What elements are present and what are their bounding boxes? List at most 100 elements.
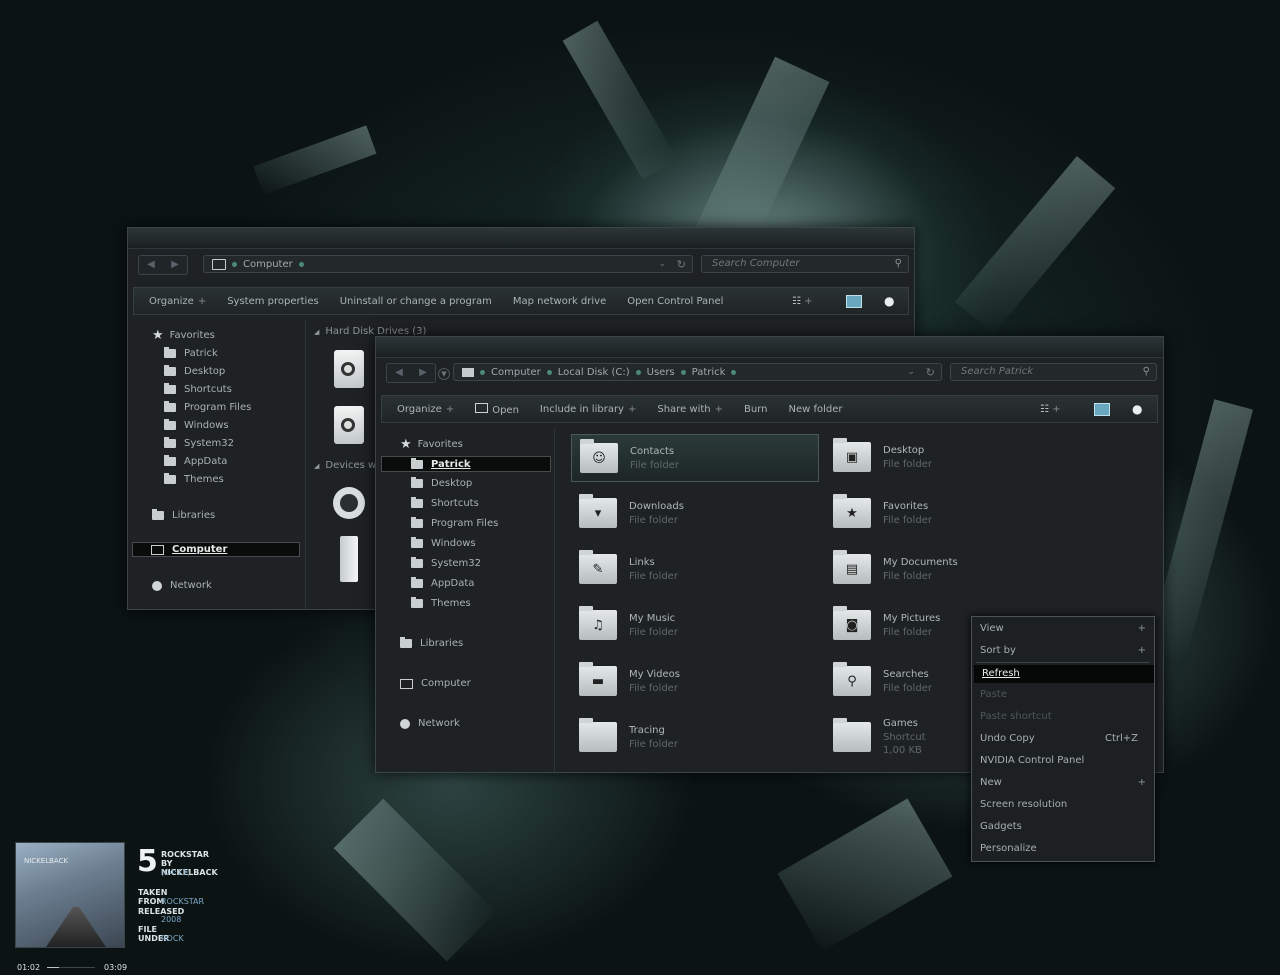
nav-item-appdata[interactable]: AppData	[411, 577, 474, 589]
nav-network[interactable]: Network	[152, 580, 212, 591]
breadcrumb-local-disk[interactable]: Local Disk (C:)	[558, 367, 630, 378]
nav-item-system32[interactable]: System32	[164, 437, 234, 449]
forward-arrow-icon[interactable]: ▶	[411, 364, 435, 382]
progress-track[interactable]	[47, 967, 95, 968]
search-icon[interactable]: ⚲	[1143, 364, 1150, 380]
search-box[interactable]: Search Patrick ⚲	[950, 363, 1157, 381]
title-bar[interactable]	[376, 337, 1163, 358]
help-bulb-icon[interactable]: ●	[884, 294, 894, 308]
new-folder-button[interactable]: New folder	[789, 404, 843, 415]
nav-item-themes[interactable]: Themes	[411, 597, 471, 609]
nav-item-shortcuts[interactable]: Shortcuts	[164, 383, 232, 395]
removable-drive-icon[interactable]	[340, 536, 358, 582]
album-cover[interactable]: NICKELBACK	[15, 842, 125, 948]
menu-item-refresh[interactable]: Refresh	[974, 665, 1154, 683]
tile-tracing[interactable]: Tracing File folder	[571, 714, 817, 760]
menu-item-nvidia-control-panel[interactable]: NVIDIA Control Panel	[972, 751, 1154, 771]
menu-item-paste-shortcut[interactable]: Paste shortcut	[972, 707, 1154, 727]
preview-pane-icon[interactable]	[846, 294, 862, 308]
nav-item-program-files[interactable]: Program Files	[164, 401, 251, 413]
refresh-icon[interactable]: ↻	[677, 258, 686, 271]
menu-item-gadgets[interactable]: Gadgets	[972, 817, 1154, 837]
nav-libraries[interactable]: Libraries	[400, 637, 463, 649]
search-icon[interactable]: ⚲	[895, 256, 902, 272]
breadcrumb-users[interactable]: Users	[647, 367, 675, 378]
refresh-icon[interactable]: ↻	[926, 366, 935, 379]
back-arrow-icon[interactable]: ◀	[387, 364, 411, 382]
menu-item-screen-resolution[interactable]: Screen resolution	[972, 795, 1154, 815]
nav-computer[interactable]: Computer	[132, 542, 300, 557]
organize-button[interactable]: Organize +	[397, 404, 454, 415]
pane-separator[interactable]	[305, 320, 306, 609]
breadcrumb-computer[interactable]: Computer	[243, 259, 293, 270]
optical-drive-icon[interactable]	[333, 487, 365, 519]
nav-item-desktop[interactable]: Desktop	[411, 477, 472, 489]
view-options-icon[interactable]: ☷ +	[1040, 404, 1061, 415]
nav-item-windows[interactable]: Windows	[411, 537, 476, 549]
tile-my-music[interactable]: ♫ My Music File folder	[571, 602, 817, 648]
nav-item-themes[interactable]: Themes	[164, 473, 224, 485]
tile-desktop[interactable]: ▣ Desktop File folder	[825, 434, 1071, 480]
nav-favorites[interactable]: ★ Favorites	[400, 437, 463, 452]
back-forward-buttons[interactable]: ◀ ▶	[138, 255, 188, 275]
back-forward-buttons[interactable]: ◀ ▶	[386, 363, 436, 383]
tile-my-documents[interactable]: ▤ My Documents File folder	[825, 546, 1071, 592]
back-arrow-icon[interactable]: ◀	[139, 256, 163, 274]
address-bar[interactable]: Computer ⌄ ↻	[203, 255, 693, 273]
breadcrumb-patrick[interactable]: Patrick	[692, 367, 726, 378]
nav-item-program-files[interactable]: Program Files	[411, 517, 498, 529]
menu-item-paste[interactable]: Paste	[972, 685, 1154, 705]
menu-item-personalize[interactable]: Personalize	[972, 839, 1154, 859]
nav-favorites[interactable]: ★ Favorites	[152, 328, 215, 343]
tile-favorites[interactable]: ★ Favorites File folder	[825, 490, 1071, 536]
title-bar[interactable]	[128, 228, 914, 249]
hard-disk-icon[interactable]	[334, 406, 364, 444]
recent-pages-icon[interactable]: ▼	[438, 368, 450, 380]
tile-downloads[interactable]: ▾ Downloads File folder	[571, 490, 817, 536]
nav-item-windows[interactable]: Windows	[164, 419, 229, 431]
collapse-icon[interactable]: ◢	[314, 328, 319, 336]
folder-icon	[164, 365, 176, 376]
address-bar[interactable]: Computer Local Disk (C:) Users Patrick ⌄…	[453, 363, 942, 381]
folder-icon	[164, 383, 176, 394]
menu-item-undo-copy[interactable]: Undo Copy Ctrl+Z	[972, 729, 1154, 749]
nav-item-patrick[interactable]: Patrick	[164, 347, 218, 359]
preview-pane-icon[interactable]	[1094, 402, 1110, 416]
nav-item-shortcuts[interactable]: Shortcuts	[411, 497, 479, 509]
view-options-icon[interactable]: ☷ +	[792, 296, 813, 307]
nav-network[interactable]: Network	[400, 718, 460, 729]
tile-my-videos[interactable]: ▬ My Videos File folder	[571, 658, 817, 704]
tile-contacts[interactable]: ☺ Contacts File folder	[571, 434, 819, 482]
menu-item-sort-by[interactable]: Sort by +	[972, 641, 1154, 661]
nav-item-desktop[interactable]: Desktop	[164, 365, 225, 377]
nav-item-system32[interactable]: System32	[411, 557, 481, 569]
pane-separator[interactable]	[554, 429, 555, 772]
forward-arrow-icon[interactable]: ▶	[163, 256, 187, 274]
hard-disk-icon[interactable]	[334, 350, 364, 388]
include-in-library-button[interactable]: Include in library +	[540, 404, 636, 415]
user-folder-icon	[411, 457, 423, 469]
nav-libraries[interactable]: Libraries	[152, 509, 215, 521]
burn-button[interactable]: Burn	[744, 404, 767, 415]
nav-item-patrick[interactable]: Patrick	[381, 456, 551, 472]
organize-button[interactable]: Organize +	[149, 296, 206, 307]
open-button[interactable]: Open	[475, 402, 519, 416]
open-control-panel-button[interactable]: Open Control Panel	[627, 296, 723, 307]
search-box[interactable]: Search Computer ⚲	[701, 255, 909, 273]
tile-links[interactable]: ✎ Links File folder	[571, 546, 817, 592]
system-properties-button[interactable]: System properties	[227, 296, 319, 307]
help-bulb-icon[interactable]: ●	[1132, 402, 1142, 416]
nav-computer[interactable]: Computer	[400, 678, 471, 689]
uninstall-program-button[interactable]: Uninstall or change a program	[340, 296, 492, 307]
nav-item-appdata[interactable]: AppData	[164, 455, 227, 467]
breadcrumb-computer[interactable]: Computer	[491, 367, 541, 378]
share-with-button[interactable]: Share with +	[657, 404, 723, 415]
map-network-drive-button[interactable]: Map network drive	[513, 296, 606, 307]
menu-item-view[interactable]: View +	[972, 619, 1154, 639]
collapse-icon[interactable]: ◢	[314, 462, 319, 470]
dropdown-icon[interactable]: ⌄	[658, 259, 666, 269]
menu-item-new[interactable]: New +	[972, 773, 1154, 793]
dropdown-icon[interactable]: ⌄	[907, 367, 915, 377]
group-header-devices[interactable]: ◢ Devices wit	[314, 460, 383, 471]
folder-icon	[411, 477, 423, 488]
